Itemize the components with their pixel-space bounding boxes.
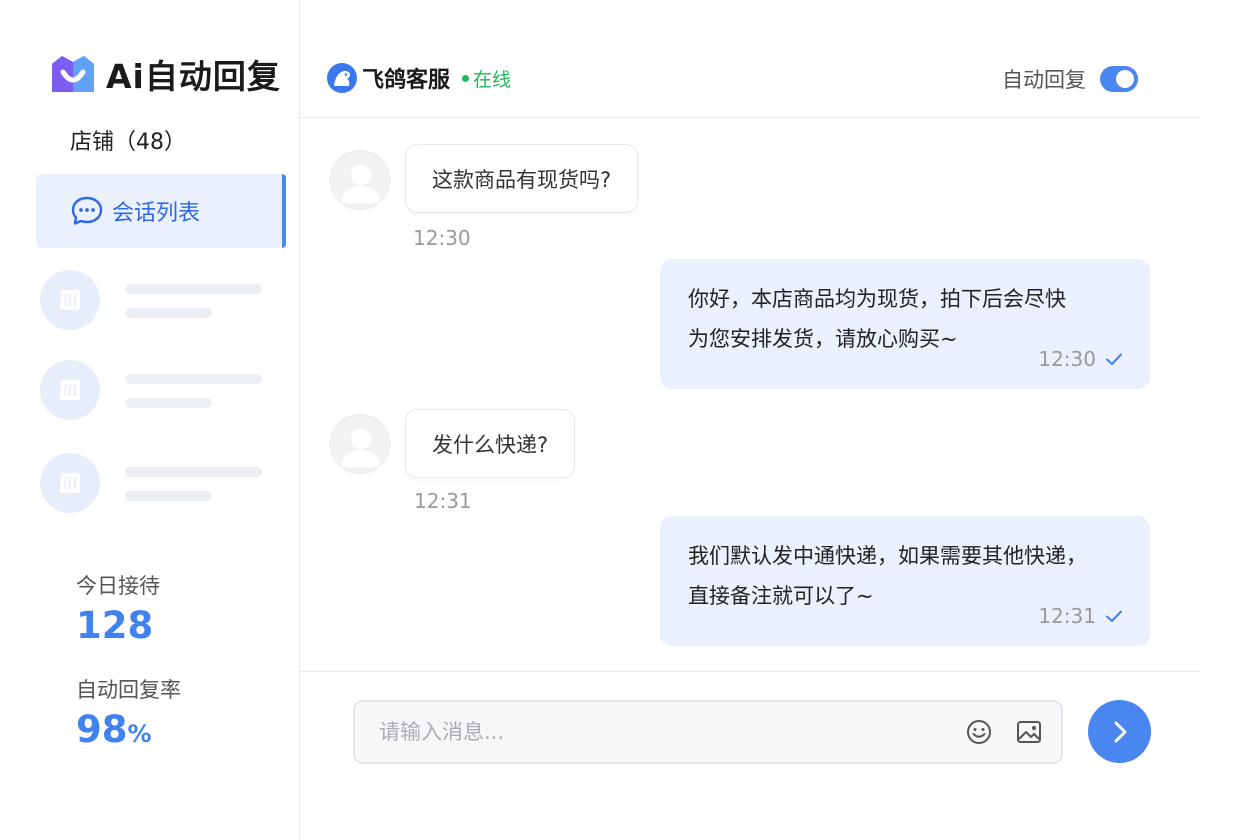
- message-bubble-incoming: 发什么快递?: [405, 409, 576, 478]
- message-bubble-incoming: 这款商品有现货吗?: [405, 144, 639, 213]
- placeholder-line: [125, 284, 262, 294]
- avatar: [40, 270, 100, 330]
- brand-title: Ai自动回复: [106, 57, 281, 96]
- shop-logo-icon: [60, 473, 80, 493]
- placeholder-line: [125, 374, 262, 384]
- message-time: 12:30: [1038, 347, 1096, 371]
- placeholder-line: [125, 398, 212, 408]
- chat-header: 飞鸽客服 在线 自动回复: [300, 0, 1200, 118]
- online-status-text: 在线: [473, 68, 512, 91]
- auto-reply-control: 自动回复: [1002, 64, 1138, 94]
- message-meta: 12:31: [1038, 596, 1124, 636]
- conversation-placeholder[interactable]: [40, 453, 270, 513]
- toggle-knob: [1116, 70, 1134, 88]
- nav-item-label: 会话列表: [112, 201, 201, 226]
- conversation-placeholder[interactable]: [40, 360, 270, 420]
- nav-item-conversations[interactable]: 会话列表: [36, 174, 286, 248]
- read-check-icon: [1106, 353, 1122, 365]
- stat-value-auto-rate: 98%: [76, 708, 152, 751]
- message-time: 12:31: [1038, 604, 1096, 628]
- sidebar: Ai自动回复 店铺（48） 会话列表 今日接待 128 自动回复率 98%: [0, 0, 300, 840]
- customer-avatar: [330, 414, 390, 474]
- stat-value-today: 128: [76, 604, 154, 647]
- message-input-box: [353, 700, 1063, 764]
- message-meta: 12:30: [1038, 339, 1124, 379]
- customer-avatar: [330, 150, 390, 210]
- agent-name: 飞鸽客服: [362, 68, 451, 93]
- placeholder-line: [125, 491, 212, 501]
- composer-divider: [300, 671, 1200, 672]
- send-button[interactable]: [1088, 700, 1151, 763]
- conversation-placeholder[interactable]: [40, 270, 270, 330]
- shop-logo-icon: [60, 380, 80, 400]
- read-check-icon: [1106, 610, 1122, 622]
- message-time: 12:30: [413, 226, 471, 250]
- app-logo-icon: [52, 56, 94, 92]
- user-avatar-icon: [331, 415, 389, 473]
- message-input[interactable]: [379, 702, 939, 762]
- avatar: [40, 360, 100, 420]
- placeholder-line: [125, 308, 212, 318]
- placeholder-line: [125, 467, 262, 477]
- stat-label-auto-rate: 自动回复率: [76, 678, 181, 702]
- message-time: 12:31: [414, 489, 472, 513]
- pigeon-logo-icon: [327, 63, 357, 93]
- message-bubble-outgoing: 你好，本店商品均为现货，拍下后会尽快 为您安排发货，请放心购买~ 12:30: [660, 259, 1150, 389]
- message-text: 发什么快递?: [432, 432, 549, 457]
- brand: Ai自动回复: [48, 50, 281, 98]
- avatar: [40, 453, 100, 513]
- auto-reply-toggle[interactable]: [1100, 66, 1138, 92]
- stat-label-today: 今日接待: [76, 574, 160, 598]
- auto-reply-label: 自动回复: [1002, 68, 1086, 92]
- user-avatar-icon: [331, 151, 389, 209]
- online-status-dot: [462, 74, 470, 82]
- message-bubble-outgoing: 我们默认发中通快递，如果需要其他快递， 直接备注就可以了~ 12:31: [660, 516, 1150, 646]
- chevron-right-icon: [1114, 721, 1126, 742]
- message-text: 这款商品有现货吗?: [432, 167, 612, 192]
- image-icon[interactable]: [1015, 718, 1043, 746]
- shop-logo-icon: [60, 290, 80, 310]
- emoji-icon[interactable]: [965, 718, 993, 746]
- agent-info: 飞鸽客服 在线: [326, 62, 511, 94]
- store-count-label: 店铺（48）: [70, 130, 186, 155]
- chat-bubble-icon: [71, 196, 103, 225]
